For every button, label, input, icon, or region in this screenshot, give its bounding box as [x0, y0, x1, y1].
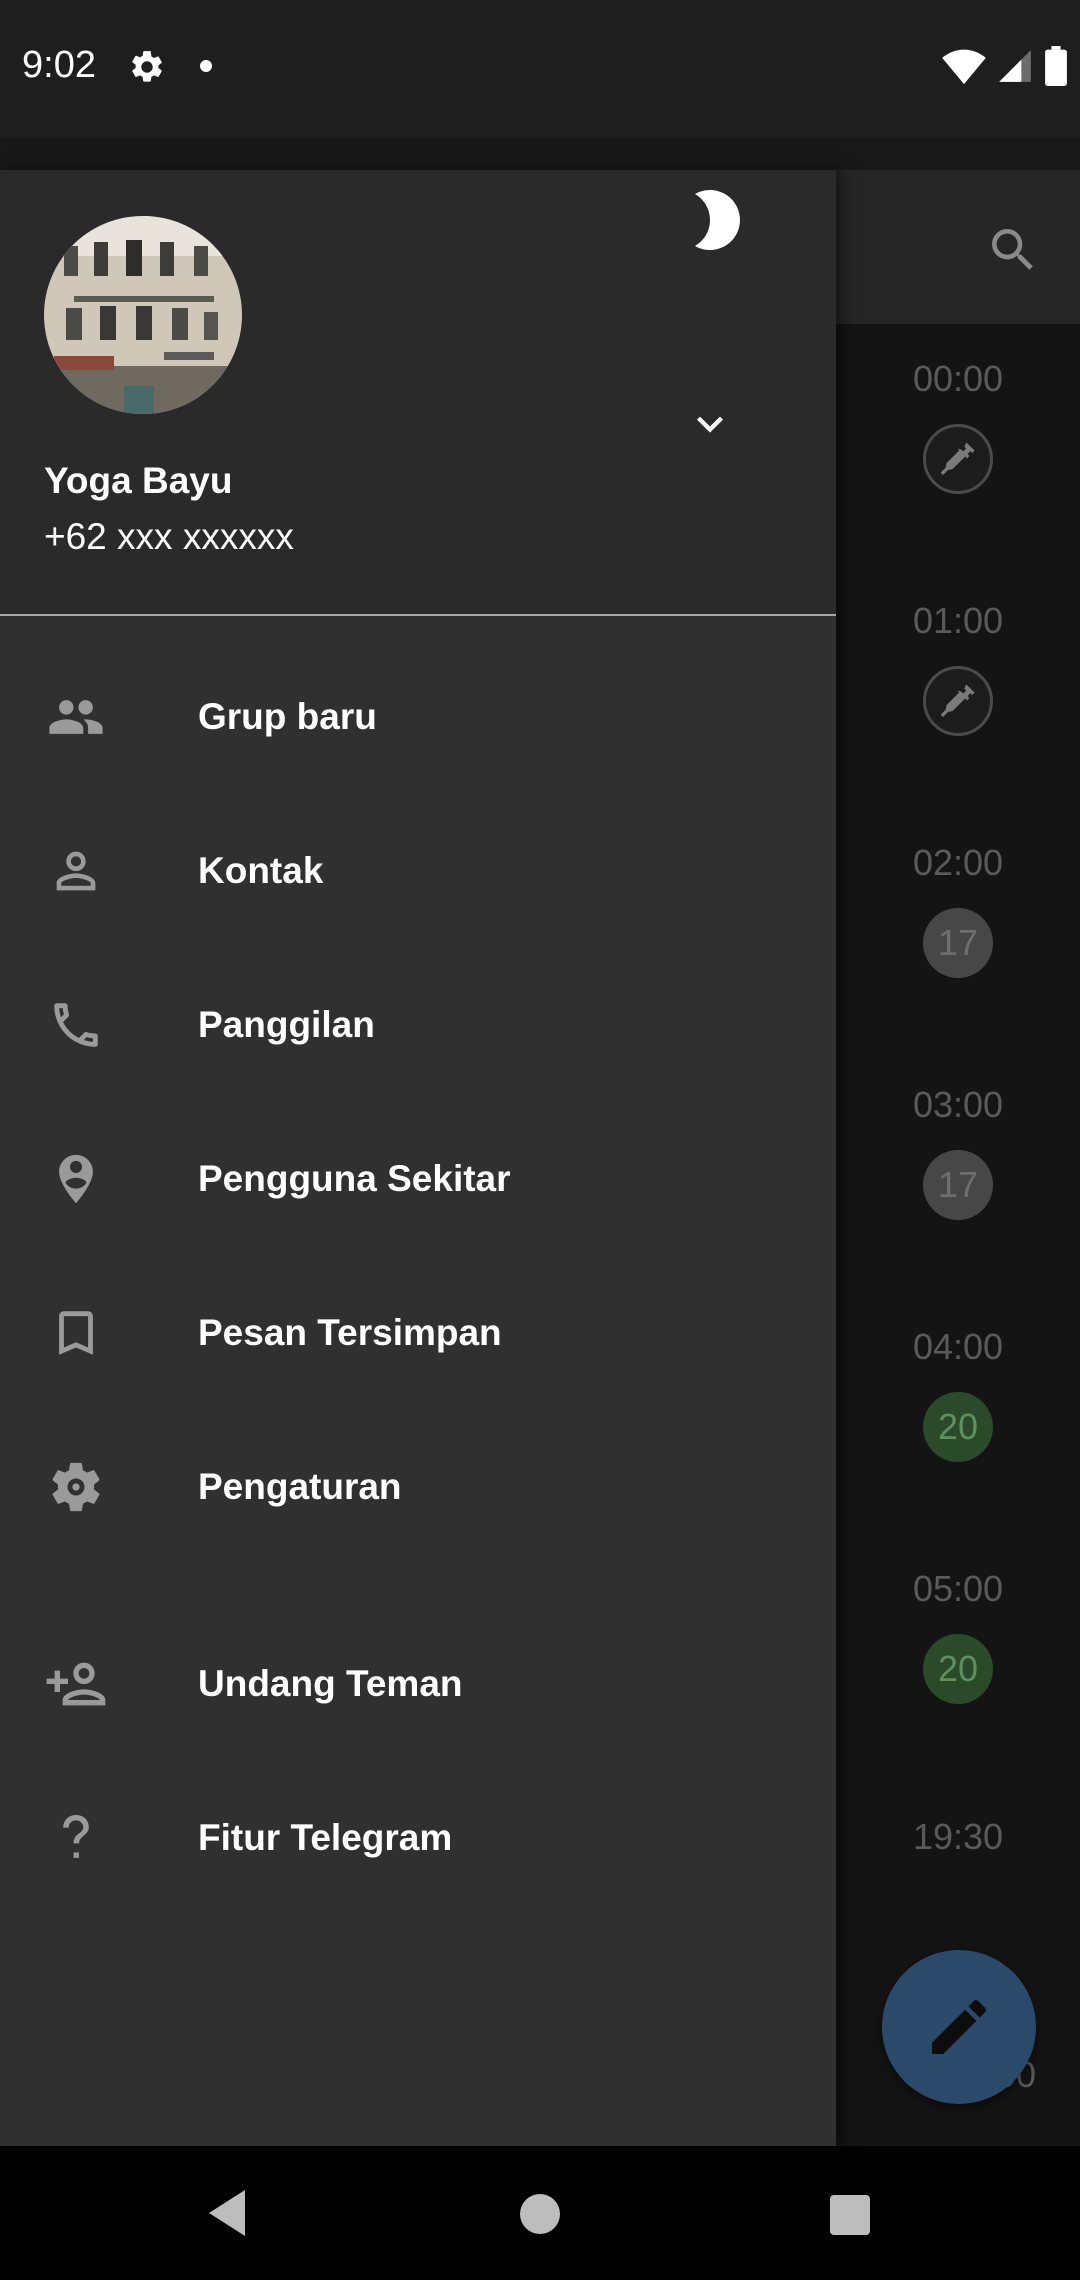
unread-badge: 20: [923, 1634, 993, 1704]
syringe-icon: [923, 424, 993, 494]
menu-item-invite-friends[interactable]: Undang Teman: [0, 1607, 836, 1761]
battery-icon: [1045, 46, 1067, 86]
person-icon: [44, 839, 108, 903]
menu-item-label: Pesan Tersimpan: [198, 1312, 502, 1353]
navigation-drawer: Yoga Bayu +62 xxx xxxxxx Grup baru Konta…: [0, 170, 836, 2146]
user-phone: +62 xxx xxxxxx: [44, 516, 294, 557]
menu-item-telegram-features[interactable]: Fitur Telegram: [0, 1761, 836, 1915]
notification-dot: [200, 60, 212, 72]
unread-badge: 17: [923, 1150, 993, 1220]
unread-badge: 20: [923, 1392, 993, 1462]
menu-item-settings[interactable]: Pengaturan: [0, 1410, 836, 1564]
menu-item-label: Undang Teman: [198, 1663, 463, 1704]
location-person-icon: [44, 1147, 108, 1211]
phone-icon: [44, 993, 108, 1057]
wifi-icon: [942, 49, 986, 85]
bookmark-icon: [44, 1301, 108, 1365]
chat-item-meta[interactable]: 03:00 17: [836, 1084, 1080, 1220]
compose-button[interactable]: [882, 1950, 1036, 2104]
chat-time: 00:00: [912, 358, 1004, 399]
syringe-icon: [923, 666, 993, 736]
chat-time: 03:00: [912, 1084, 1004, 1125]
chat-item-meta[interactable]: 05:00 20: [836, 1568, 1080, 1704]
menu-item-label: Pengguna Sekitar: [198, 1158, 511, 1199]
group-icon: [44, 685, 108, 749]
avatar[interactable]: [44, 216, 242, 414]
add-person-icon: [44, 1652, 108, 1716]
chat-item-meta[interactable]: 04:00 20: [836, 1326, 1080, 1462]
chat-time: 04:00: [912, 1326, 1004, 1367]
status-bar: 9:02: [0, 0, 1080, 138]
help-icon: [44, 1806, 108, 1870]
chat-time: 01:00: [912, 600, 1004, 641]
home-icon[interactable]: [520, 2194, 560, 2234]
chat-time: 05:00: [912, 1568, 1004, 1609]
unread-badge: 17: [923, 908, 993, 978]
menu-item-saved-messages[interactable]: Pesan Tersimpan: [0, 1256, 836, 1410]
menu-item-label: Kontak: [198, 850, 324, 891]
pencil-icon: [932, 1999, 987, 2054]
menu-item-contacts[interactable]: Kontak: [0, 794, 836, 948]
menu-item-label: Grup baru: [198, 696, 377, 737]
menu-item-calls[interactable]: Panggilan: [0, 948, 836, 1102]
settings-icon: [44, 1455, 108, 1519]
system-navigation-bar: [0, 2146, 1080, 2280]
chat-item-meta[interactable]: 00:00: [836, 358, 1080, 494]
menu-item-label: Fitur Telegram: [198, 1817, 453, 1858]
user-name: Yoga Bayu: [44, 460, 233, 501]
recent-apps-icon[interactable]: [830, 2195, 870, 2235]
chat-item-meta[interactable]: 02:00 17: [836, 842, 1080, 978]
menu-item-label: Panggilan: [198, 1004, 375, 1045]
chat-item-meta[interactable]: 01:00: [836, 600, 1080, 736]
menu-item-people-nearby[interactable]: Pengguna Sekitar: [0, 1102, 836, 1256]
chevron-down-icon[interactable]: [684, 398, 736, 450]
chat-list: 00:00 01:00 02:00 17 03:00 17 04:00 20 0…: [836, 324, 1080, 2146]
system-indicators: [942, 46, 1068, 86]
status-time: 9:02: [22, 44, 96, 86]
chat-time: 02:00: [912, 842, 1004, 883]
menu-item-label: Pengaturan: [198, 1466, 402, 1507]
back-icon[interactable]: [205, 2188, 249, 2238]
menu-item-new-group[interactable]: Grup baru: [0, 640, 836, 794]
night-mode-icon[interactable]: [680, 184, 752, 256]
signal-icon: [999, 50, 1031, 82]
settings-status-icon: [132, 51, 162, 82]
drawer-header: Yoga Bayu +62 xxx xxxxxx: [0, 170, 836, 616]
chat-item-meta[interactable]: 19:30: [836, 1816, 1080, 1858]
chat-time: 19:30: [912, 1816, 1004, 1857]
search-icon[interactable]: [985, 222, 1041, 278]
